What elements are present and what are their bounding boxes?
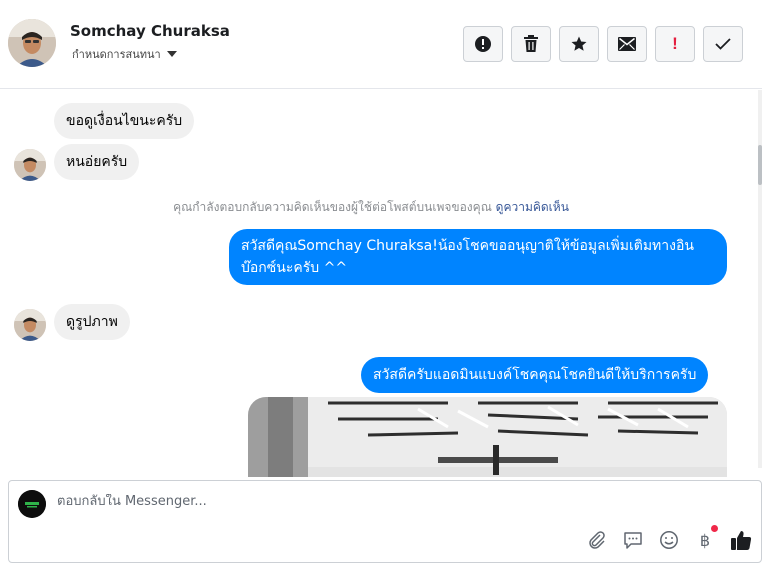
- saved-reply-icon: [624, 532, 642, 549]
- incoming-message[interactable]: หนอ่ยครับ: [54, 144, 140, 180]
- conversation-header: Somchay Churaksa กำหนดการสนทนา !: [0, 0, 762, 89]
- page-avatar: [18, 490, 46, 518]
- delete-button[interactable]: [511, 26, 551, 62]
- view-comment-link[interactable]: ดูความคิดเห็น: [496, 200, 569, 214]
- like-button[interactable]: [729, 528, 753, 552]
- conversation-actions: !: [463, 26, 743, 62]
- report-button[interactable]: [463, 26, 503, 62]
- contact-name: Somchay Churaksa: [70, 22, 230, 40]
- exclamation-icon: !: [672, 34, 678, 53]
- incoming-message[interactable]: ดูรูปภาพ: [54, 304, 130, 340]
- paperclip-icon: [589, 531, 605, 549]
- outgoing-image-attachment[interactable]: [248, 397, 727, 477]
- outgoing-message[interactable]: สวัสดีคุณSomchay Churaksa!น้องโชคขออนุญา…: [229, 229, 727, 285]
- system-note-text: คุณกำลังตอบกลับความคิดเห็นของผู้ใช้ต่อโพ…: [173, 200, 492, 214]
- baht-payment-icon: ฿: [699, 530, 711, 550]
- assign-conversation-dropdown[interactable]: กำหนดการสนทนา: [72, 45, 177, 63]
- thread-scroll-thumb[interactable]: [758, 145, 762, 185]
- incoming-message[interactable]: ขอดูเงื่อนไขนะครับ: [54, 103, 195, 139]
- sender-avatar[interactable]: [14, 309, 46, 341]
- saved-replies-button[interactable]: [621, 528, 645, 552]
- caret-down-icon: [166, 51, 177, 57]
- star-button[interactable]: [559, 26, 599, 62]
- reply-context-note: คุณกำลังตอบกลับความคิดเห็นของผู้ใช้ต่อโพ…: [0, 198, 742, 217]
- mark-unread-button[interactable]: [607, 26, 647, 62]
- payment-button[interactable]: ฿: [693, 525, 718, 552]
- sender-avatar[interactable]: [14, 149, 46, 181]
- notification-dot: [711, 525, 718, 532]
- exclamation-circle-icon: [475, 36, 491, 52]
- assign-label: กำหนดการสนทนา: [72, 48, 161, 61]
- composer-tools: ฿: [585, 525, 753, 552]
- star-icon: [571, 36, 587, 51]
- attach-button[interactable]: [585, 528, 609, 552]
- mark-done-button[interactable]: [703, 26, 743, 62]
- reply-composer: ฿: [8, 480, 762, 563]
- contact-avatar[interactable]: [8, 19, 56, 67]
- envelope-icon: [618, 37, 636, 51]
- emoji-button[interactable]: [657, 528, 681, 552]
- like-icon: [731, 531, 752, 550]
- reply-input[interactable]: [57, 494, 557, 509]
- outgoing-message[interactable]: สวัสดีครับแอดมินแบงค์โชคคุณโชคยินดีให้บร…: [361, 357, 709, 393]
- emoji-icon: [660, 531, 678, 549]
- check-icon: [715, 38, 731, 50]
- trash-icon: [524, 35, 538, 52]
- priority-button[interactable]: !: [655, 26, 695, 62]
